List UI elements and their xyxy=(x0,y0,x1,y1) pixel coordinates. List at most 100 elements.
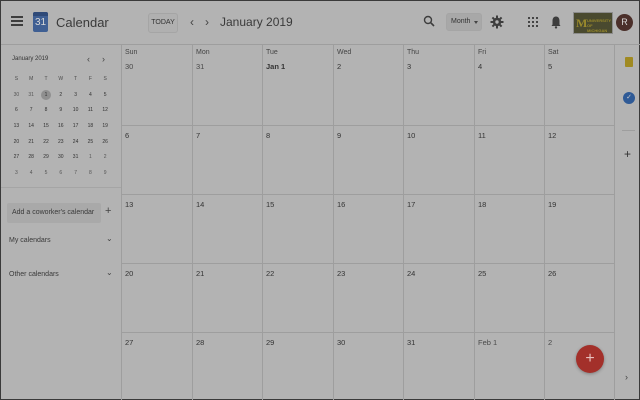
main-menu-icon[interactable] xyxy=(11,16,23,26)
day-cell[interactable]: 11 xyxy=(474,125,544,194)
mini-calendar-day[interactable]: 9 xyxy=(98,166,113,182)
mini-calendar-day[interactable]: 2 xyxy=(53,88,68,104)
search-icon[interactable] xyxy=(423,15,435,27)
mini-calendar-day[interactable]: 1 xyxy=(83,150,98,166)
day-cell[interactable]: 19 xyxy=(544,194,614,263)
day-cell[interactable]: 30 xyxy=(333,332,403,400)
day-number[interactable]: 13 xyxy=(125,200,133,209)
view-switcher[interactable]: Month xyxy=(446,13,482,31)
mini-calendar-day[interactable]: 12 xyxy=(98,103,113,119)
day-number[interactable]: 30 xyxy=(125,62,133,71)
day-cell[interactable]: Tue Jan 1 xyxy=(262,45,333,125)
mini-calendar-day[interactable]: 18 xyxy=(83,119,98,135)
day-number[interactable]: 16 xyxy=(337,200,345,209)
day-cell[interactable]: 27 xyxy=(121,332,192,400)
day-cell[interactable]: Sun 30 xyxy=(121,45,192,125)
day-cell[interactable]: 26 xyxy=(544,263,614,332)
day-number[interactable]: 24 xyxy=(407,269,415,278)
mini-calendar-day[interactable]: 6 xyxy=(9,103,24,119)
day-cell[interactable]: Sat 5 xyxy=(544,45,614,125)
mini-calendar-day[interactable]: 14 xyxy=(24,119,39,135)
day-cell[interactable]: 14 xyxy=(192,194,262,263)
day-number[interactable]: 2 xyxy=(337,62,341,71)
mini-calendar-day[interactable]: 6 xyxy=(53,166,68,182)
day-number[interactable]: 7 xyxy=(196,131,200,140)
mini-calendar-day[interactable]: 9 xyxy=(53,103,68,119)
day-cell[interactable]: 24 xyxy=(403,263,474,332)
day-number[interactable]: 18 xyxy=(478,200,486,209)
day-cell[interactable]: 22 xyxy=(262,263,333,332)
day-cell[interactable]: 25 xyxy=(474,263,544,332)
day-cell[interactable]: 15 xyxy=(262,194,333,263)
get-addons-button[interactable]: + xyxy=(624,147,631,161)
create-event-button[interactable]: + xyxy=(576,345,604,373)
day-number[interactable]: 20 xyxy=(125,269,133,278)
day-cell[interactable]: 20 xyxy=(121,263,192,332)
day-number[interactable]: 26 xyxy=(548,269,556,278)
mini-calendar-day[interactable]: 24 xyxy=(68,135,83,151)
my-calendars-toggle[interactable]: My calendars xyxy=(9,237,51,244)
day-cell[interactable]: Thu 3 xyxy=(403,45,474,125)
notification-bell-icon[interactable] xyxy=(550,15,562,29)
gear-icon[interactable] xyxy=(490,15,504,29)
next-period-button[interactable]: › xyxy=(201,14,213,30)
mini-calendar-day[interactable]: 20 xyxy=(9,135,24,151)
mini-calendar-day[interactable]: 8 xyxy=(83,166,98,182)
mini-calendar-day[interactable]: 10 xyxy=(68,103,83,119)
day-number[interactable]: 25 xyxy=(478,269,486,278)
day-cell[interactable]: 7 xyxy=(192,125,262,194)
mini-calendar-day[interactable]: 5 xyxy=(39,166,54,182)
keep-notes-icon[interactable] xyxy=(625,57,633,67)
day-number[interactable]: 15 xyxy=(266,200,274,209)
mini-calendar-day[interactable]: 13 xyxy=(9,119,24,135)
mini-calendar-day[interactable]: 30 xyxy=(53,150,68,166)
mini-calendar-day[interactable]: 30 xyxy=(9,88,24,104)
day-cell[interactable]: Feb 1 xyxy=(474,332,544,400)
day-number[interactable]: 28 xyxy=(196,338,204,347)
mini-calendar-day[interactable]: 3 xyxy=(68,88,83,104)
mini-calendar-day[interactable]: 3 xyxy=(9,166,24,182)
mini-calendar-day[interactable]: 23 xyxy=(53,135,68,151)
apps-grid-icon[interactable] xyxy=(528,17,538,27)
mini-calendar-day[interactable]: 2 xyxy=(98,150,113,166)
day-number[interactable]: 12 xyxy=(548,131,556,140)
day-number[interactable]: 8 xyxy=(266,131,270,140)
app-title[interactable]: Calendar xyxy=(56,15,109,30)
chevron-down-icon[interactable]: ⌄ xyxy=(106,268,113,277)
day-number[interactable]: 9 xyxy=(337,131,341,140)
today-button[interactable]: TODAY xyxy=(148,13,178,33)
day-cell[interactable]: 17 xyxy=(403,194,474,263)
day-number[interactable]: 11 xyxy=(478,131,486,140)
mini-calendar-day-today[interactable]: 1 xyxy=(39,88,54,104)
day-number[interactable]: 2 xyxy=(548,338,552,347)
mini-calendar-day[interactable]: 19 xyxy=(98,119,113,135)
mini-calendar-day[interactable]: 21 xyxy=(24,135,39,151)
mini-calendar-day[interactable]: 17 xyxy=(68,119,83,135)
day-number[interactable]: 19 xyxy=(548,200,556,209)
day-number[interactable]: 31 xyxy=(407,338,415,347)
previous-period-button[interactable]: ‹ xyxy=(186,14,198,30)
add-calendar-button[interactable]: + xyxy=(105,205,111,217)
day-number[interactable]: 14 xyxy=(196,200,204,209)
mini-calendar-day[interactable]: 16 xyxy=(53,119,68,135)
mini-calendar-day[interactable]: 4 xyxy=(83,88,98,104)
day-cell[interactable]: 16 xyxy=(333,194,403,263)
day-cell[interactable]: 28 xyxy=(192,332,262,400)
day-cell[interactable]: 10 xyxy=(403,125,474,194)
day-number[interactable]: Feb 1 xyxy=(478,338,497,347)
mini-calendar-day[interactable]: 11 xyxy=(83,103,98,119)
mini-calendar-day[interactable]: 22 xyxy=(39,135,54,151)
day-number[interactable]: 5 xyxy=(548,62,552,71)
day-cell[interactable]: Mon 31 xyxy=(192,45,262,125)
mini-calendar-day[interactable]: 5 xyxy=(98,88,113,104)
mini-calendar-day[interactable]: 29 xyxy=(39,150,54,166)
tasks-icon[interactable]: ✓ xyxy=(623,92,635,104)
day-number[interactable]: 31 xyxy=(196,62,204,71)
day-number[interactable]: 23 xyxy=(337,269,345,278)
mini-calendar-day[interactable]: 27 xyxy=(9,150,24,166)
day-cell[interactable]: 9 xyxy=(333,125,403,194)
day-number[interactable]: 4 xyxy=(478,62,482,71)
day-number[interactable]: 30 xyxy=(337,338,345,347)
day-cell[interactable]: 13 xyxy=(121,194,192,263)
day-cell[interactable]: 31 xyxy=(403,332,474,400)
